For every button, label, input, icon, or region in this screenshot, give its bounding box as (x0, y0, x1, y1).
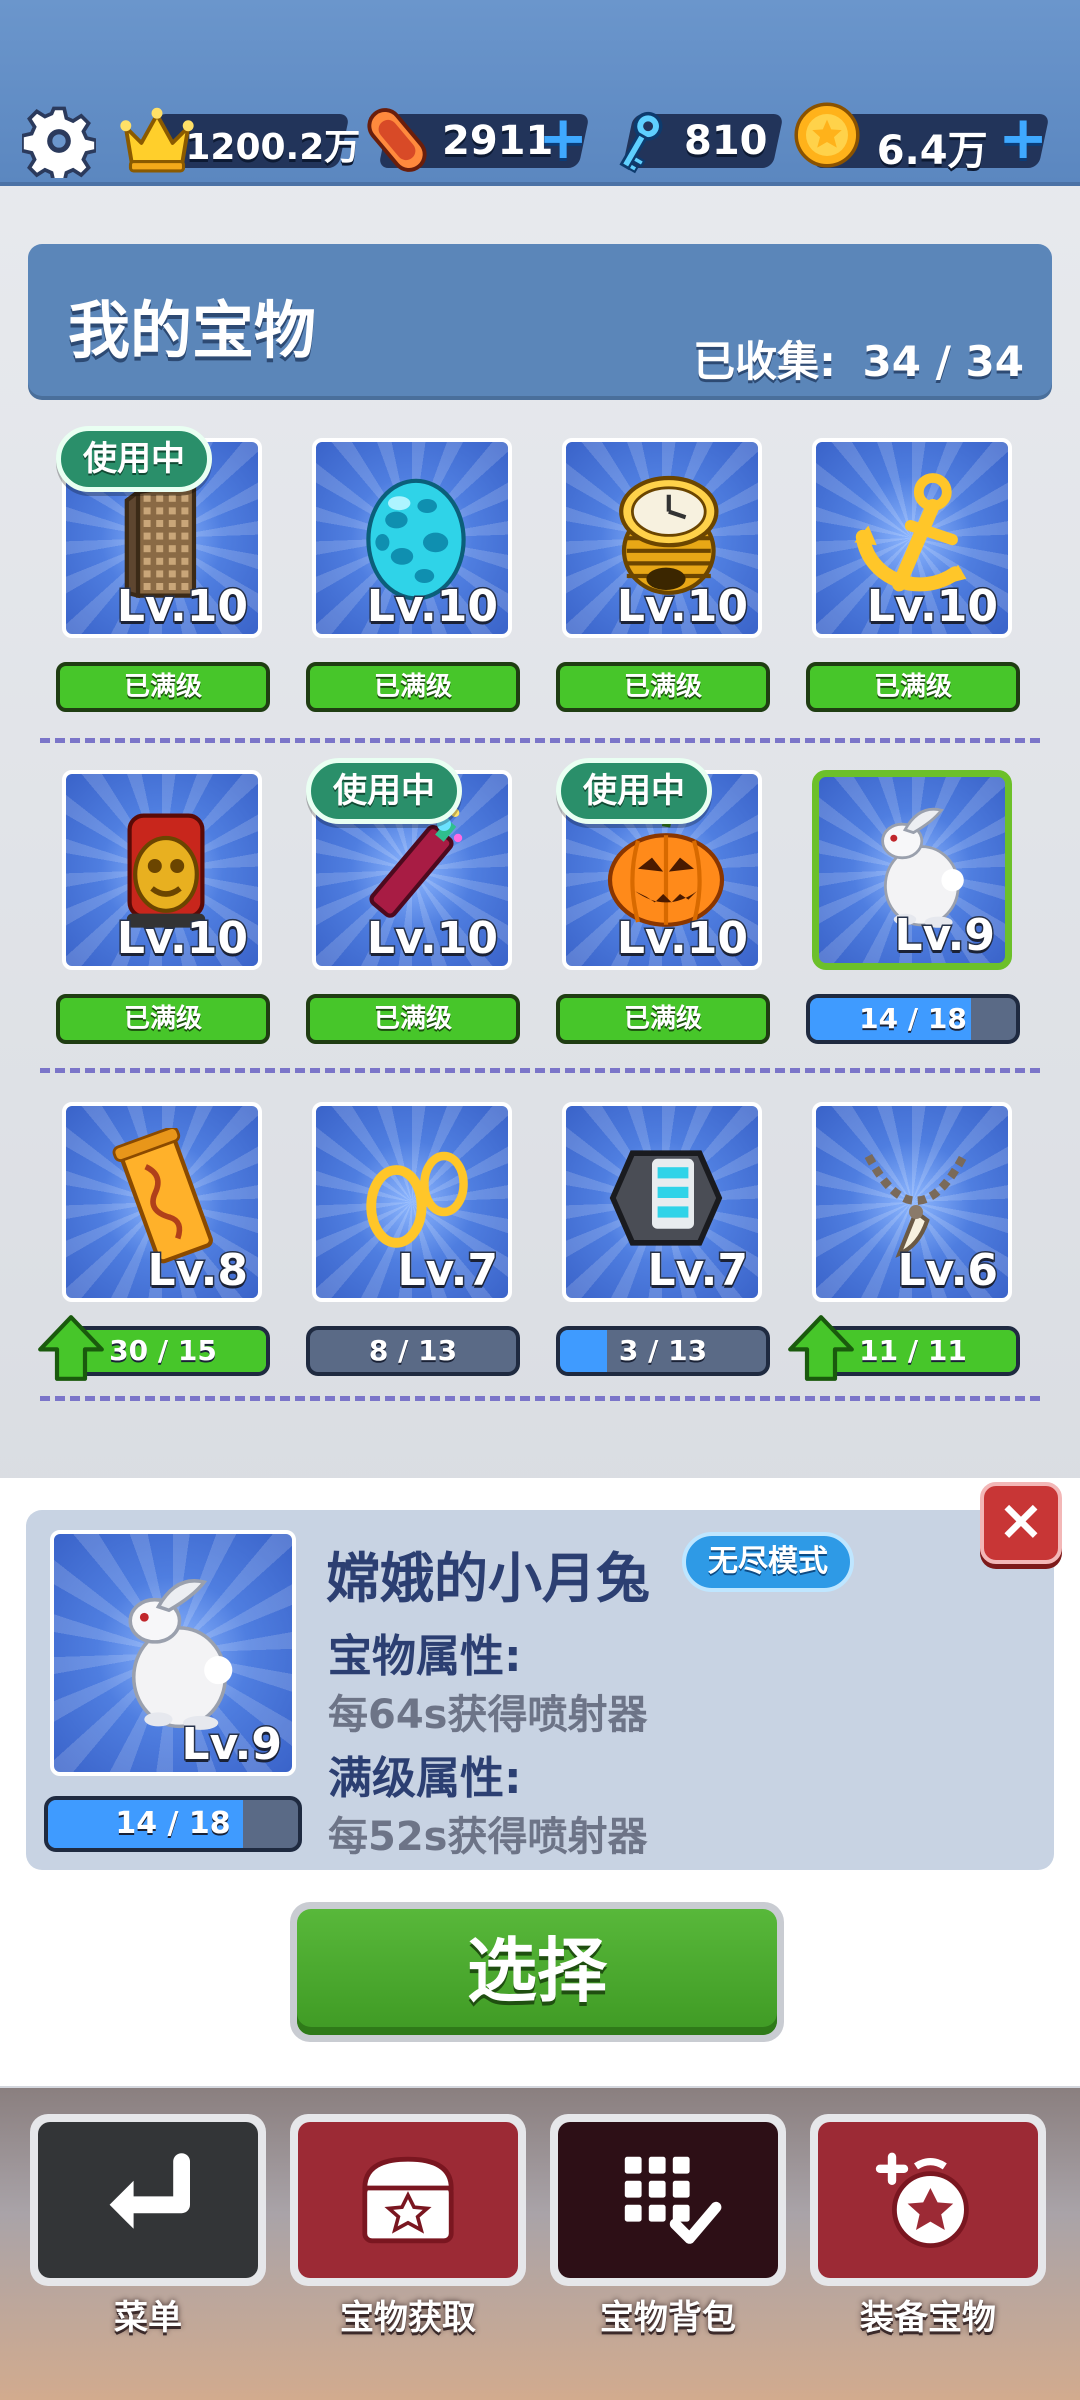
max-level-bar: 已满级 (56, 662, 270, 712)
attribute-value: 每64s获得喷射器 (328, 1692, 648, 1738)
nav-button[interactable] (30, 2114, 266, 2286)
shard-progress-bar: 14 / 18 (806, 994, 1020, 1044)
treasure-card[interactable]: Lv.10 (562, 438, 762, 638)
max-attribute-value: 每52s获得喷射器 (328, 1814, 648, 1860)
max-level-bar: 已满级 (306, 994, 520, 1044)
detail-level: Lv.9 (180, 1718, 283, 1772)
nav-button-face (298, 2122, 518, 2278)
treasure-card[interactable]: Lv.10 (62, 770, 262, 970)
add-coins-button[interactable]: + (998, 108, 1048, 168)
keys-value: 810 (684, 118, 768, 164)
shard-progress-text: 3 / 13 (618, 1334, 708, 1367)
collected-value: 34 / 34 (862, 337, 1024, 386)
page-title: 我的宝物 (68, 294, 317, 367)
treasure-level: Lv.7 (646, 1244, 749, 1298)
in-use-badge: 使用中 (56, 426, 212, 492)
max-level-bar: 已满级 (56, 994, 270, 1044)
treasure-card[interactable]: Lv.9 (812, 770, 1012, 970)
row-divider (40, 738, 1040, 743)
treasure-card[interactable]: Lv.8 (62, 1102, 262, 1302)
collected-label: 已收集: (693, 337, 836, 386)
detail-panel: Lv.9 14 / 18 嫦娥的小月兔 无尽模式 宝物属性: 每64s获得喷射器… (26, 1510, 1054, 1870)
treasure-level: Lv.10 (365, 580, 499, 634)
detail-treasure-card: Lv.9 (50, 1530, 296, 1776)
treasure-detail-sheet: Lv.9 14 / 18 嫦娥的小月兔 无尽模式 宝物属性: 每64s获得喷射器… (0, 1478, 1080, 2086)
trophy-value: 1200.2万 (185, 127, 361, 168)
nav-button[interactable] (550, 2114, 786, 2286)
row-divider (40, 1396, 1040, 1401)
shard-progress-bar: 8 / 13 (306, 1326, 520, 1376)
upgrade-arrow-icon[interactable] (36, 1312, 106, 1384)
shard-progress-bar: 3 / 13 (556, 1326, 770, 1376)
nav-button[interactable] (290, 2114, 526, 2286)
treasure-level: Lv.10 (115, 580, 249, 634)
treasure-level: Lv.6 (896, 1244, 999, 1298)
treasure-name: 嫦娥的小月兔 (326, 1547, 650, 1610)
hoverboard-icon (367, 108, 427, 172)
grid-check-icon (624, 2156, 722, 2244)
select-button[interactable]: 选择 (290, 1902, 784, 2042)
treasure-level: Lv.10 (365, 912, 499, 966)
treasure-screen: 1200.2万 2911 + 810 6.4万 + 我的宝物 已收集: 34 /… (0, 0, 1080, 2400)
collected-counter: 已收集: 34 / 34 (693, 328, 1024, 389)
upgrade-arrow-icon[interactable] (786, 1312, 856, 1384)
in-use-badge: 使用中 (556, 758, 712, 824)
top-resource-bar: 1200.2万 2911 + 810 6.4万 + (0, 0, 1080, 186)
crown-icon (120, 107, 194, 173)
treasure-card[interactable]: Lv.6 (812, 1102, 1012, 1302)
boards-value: 2911 (442, 118, 554, 164)
chest-icon (362, 2156, 454, 2244)
max-attribute-label: 满级属性: (328, 1753, 522, 1804)
nav-label: 装备宝物 (860, 2298, 996, 2338)
attribute-label: 宝物属性: (328, 1631, 522, 1682)
treasure-card[interactable]: Lv.7 (312, 1102, 512, 1302)
nav-button-face (38, 2122, 258, 2278)
treasure-level: Lv.8 (146, 1244, 249, 1298)
treasure-card[interactable]: Lv.10 (312, 438, 512, 638)
treasure-card[interactable]: Lv.10 (812, 438, 1012, 638)
nav-button-face (818, 2122, 1038, 2278)
nav-button[interactable] (810, 2114, 1046, 2286)
close-button[interactable]: × (980, 1482, 1062, 1564)
shard-progress-text: 8 / 13 (368, 1334, 458, 1367)
treasure-level: Lv.10 (615, 912, 749, 966)
treasure-level: Lv.7 (396, 1244, 499, 1298)
shard-progress-text: 14 / 18 (859, 1002, 967, 1035)
nav-button-face (558, 2122, 778, 2278)
max-level-bar: 已满级 (306, 662, 520, 712)
detail-progress-text: 14 / 18 (115, 1806, 231, 1841)
return-icon (109, 2153, 190, 2229)
key-icon (619, 111, 663, 174)
max-level-bar: 已满级 (556, 662, 770, 712)
nav-label: 宝物获取 (340, 2298, 476, 2338)
equip-treasure-icon (875, 2152, 969, 2248)
detail-progress-bar: 14 / 18 (44, 1796, 302, 1852)
mode-badge: 无尽模式 (682, 1532, 854, 1592)
coin-icon (794, 102, 860, 168)
nav-label: 宝物背包 (600, 2298, 736, 2338)
nav-label: 菜单 (114, 2298, 182, 2338)
treasure-level: Lv.9 (893, 909, 996, 963)
treasure-level: Lv.10 (865, 580, 999, 634)
row-divider (40, 1068, 1040, 1073)
treasure-header: 我的宝物 已收集: 34 / 34 (28, 244, 1052, 396)
gear-icon[interactable] (22, 104, 96, 178)
max-level-bar: 已满级 (556, 994, 770, 1044)
max-level-bar: 已满级 (806, 662, 1020, 712)
rabbit-icon (128, 1579, 233, 1730)
treasure-card[interactable]: Lv.7 (562, 1102, 762, 1302)
treasure-level: Lv.10 (115, 912, 249, 966)
in-use-badge: 使用中 (306, 758, 462, 824)
treasure-level: Lv.10 (615, 580, 749, 634)
select-button-label: 选择 (297, 1909, 777, 2035)
add-boards-button[interactable]: + (538, 108, 588, 168)
coins-value: 6.4万 (876, 128, 988, 174)
